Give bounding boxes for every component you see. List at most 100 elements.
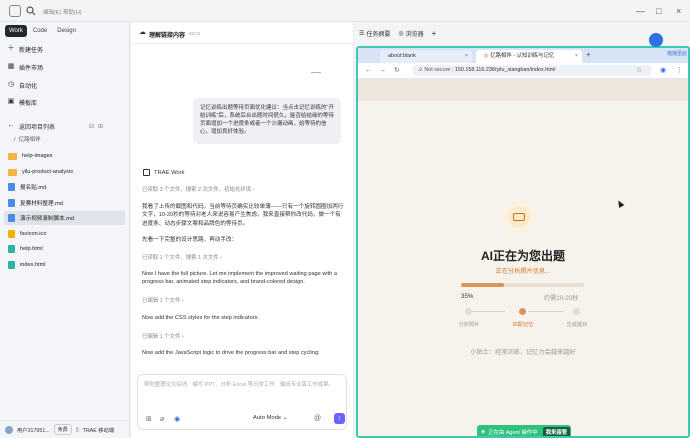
mode-design[interactable]: Design: [53, 25, 80, 37]
menu-help[interactable]: 帮助(H): [63, 8, 82, 16]
close-tab-icon[interactable]: ×: [465, 50, 468, 63]
floating-assistant[interactable]: 拖拽至此: [645, 33, 689, 61]
back-to-projects[interactable]: ← 返回项目列表 ⊟ ⊞: [4, 120, 124, 132]
mobile-label[interactable]: TRAE 移动端: [83, 426, 115, 434]
menu-edit[interactable]: 编辑(E): [43, 8, 61, 16]
nav-new-task[interactable]: ＋ 新建任务: [4, 42, 124, 56]
file-item[interactable]: 复赛材料整理.md: [4, 196, 125, 210]
folder-icon: [8, 168, 17, 176]
file-item[interactable]: index.html: [4, 258, 125, 272]
right-tabs: ☰ 任务摘要 ◎ 浏览器 +: [354, 22, 690, 44]
progress-fill: [461, 283, 505, 287]
browser-tab-active[interactable]: ◍ 亿路相伴 - 认知训练与记忆 ×: [476, 50, 582, 63]
page-title: AI正在为您出题: [480, 249, 565, 263]
warning-icon: ⚠: [418, 67, 423, 73]
collapse-icon[interactable]: ⊟: [89, 123, 94, 130]
tip-text: 小贴士：经常训练，记忆力会越来越好: [470, 349, 576, 356]
security-label: Not secure: [424, 67, 451, 73]
tool-summary[interactable]: 已读取 1 个文件，搜索 1 次文件 ›: [142, 253, 222, 261]
profile-icon[interactable]: ◉: [660, 65, 666, 76]
bookmark-star-icon[interactable]: ☆: [636, 65, 642, 76]
tool-summary[interactable]: 已读取 3 个文件，搜索 2 次文件，初始化环境 ›: [142, 185, 254, 193]
minimize-icon[interactable]: —: [636, 5, 645, 17]
add-file-icon[interactable]: ⊞: [98, 123, 103, 130]
back-label: 返回项目列表: [19, 124, 56, 131]
title-bar: 编辑(E) 帮助(H) — □ ×: [0, 0, 690, 22]
markdown-file-icon: [8, 199, 15, 207]
address-separator: |: [451, 67, 454, 73]
tool-summary-text: 已读取 1 个文件，搜索 1 次文件: [142, 255, 219, 261]
browser-tab-blank[interactable]: about:blank ×: [380, 50, 472, 63]
add-tab-icon[interactable]: +: [432, 29, 437, 38]
agent-paragraph: 先看一下完整的设计思路，再动手改：: [142, 237, 238, 243]
agent-control-bar: ◈ 正在由 Agent 操作中 我来接管: [477, 425, 571, 436]
chat-time: 22:01: [189, 31, 201, 36]
address-bar[interactable]: ⚠ Not secure | 150.158.116.238/yilu_xian…: [412, 65, 652, 76]
agent-paragraph: 我看了上传的截图和代码。当前等待页确实比较单薄——只有一个旋转圆圈加两行文字，1…: [142, 204, 344, 227]
attach-icon[interactable]: ⌀: [160, 415, 164, 423]
agent-paragraph: Now add the CSS styles for the step indi…: [142, 315, 259, 321]
template-icon: ▣: [7, 98, 15, 105]
favicon-icon: ◍: [484, 53, 489, 59]
file-name: 报名贴.md: [20, 185, 47, 191]
phone-icon: ▯: [75, 426, 79, 433]
browser-tool-icon[interactable]: ◉: [174, 415, 180, 423]
new-tab-icon[interactable]: +: [586, 50, 591, 59]
chat-input[interactable]: 帮你整理论文综述、编写 PPT、分析 Excel 等日常工作、输出专业版工作成果…: [137, 374, 347, 430]
file-item[interactable]: favicon.ico: [4, 227, 125, 241]
grid-icon: ▦: [7, 63, 15, 70]
step-dot-generate: [573, 308, 580, 315]
progress-percent: 35%: [461, 293, 474, 300]
nav-templates[interactable]: ▣ 模板库: [4, 95, 124, 109]
nav-plugin-market[interactable]: ▦ 插件市场: [4, 60, 124, 74]
close-icon[interactable]: ×: [676, 5, 681, 17]
forward-arrow-icon[interactable]: →: [379, 65, 386, 76]
tool-summary-text: 已读取 3 个文件，搜索 2 次文件，初始化环境: [142, 187, 252, 193]
html-file-icon: [8, 261, 15, 269]
mode-work[interactable]: Work: [5, 25, 27, 37]
tool-summary[interactable]: 已编辑 1 个文件 ›: [142, 332, 184, 340]
file-item[interactable]: help-images: [4, 149, 125, 163]
breadcrumb: / 亿路相伴: [14, 137, 41, 143]
tool-summary-text: 已编辑 1 个文件: [142, 298, 181, 304]
back-arrow-icon[interactable]: ←: [365, 65, 372, 76]
right-panel: ☰ 任务摘要 ◎ 浏览器 + about:blank × ◍ 亿路相伴 - 认知训练…: [354, 22, 690, 438]
tab-task-summary[interactable]: ☰ 任务摘要: [359, 29, 390, 38]
mode-select[interactable]: Auto Mode ⌄: [253, 415, 288, 421]
takeover-button[interactable]: 我来接管: [542, 427, 571, 436]
search-icon[interactable]: [25, 5, 37, 17]
agent-paragraph: Now add the JavaScript logic to drive th…: [142, 350, 320, 356]
chat-input-placeholder: 帮你整理论文综述、编写 PPT、分析 Excel 等日常工作、输出专业版工作成果…: [144, 382, 334, 388]
reload-icon[interactable]: ↻: [394, 65, 400, 76]
user-name[interactable]: 用户317951...: [17, 426, 50, 434]
mode-code[interactable]: Code: [29, 25, 51, 37]
file-name: 复赛材料整理.md: [20, 201, 63, 207]
close-tab-icon[interactable]: ×: [575, 50, 578, 63]
globe-icon: ◎: [398, 30, 404, 37]
chat-header: ☁ 理解链接内容 22:01: [131, 22, 353, 44]
file-item[interactable]: 演示视频录制脚本.md: [4, 211, 125, 225]
eta-text: 约需10-20秒: [544, 295, 579, 302]
send-button[interactable]: ↑: [334, 413, 345, 424]
grid-tools-icon[interactable]: ⊞: [146, 415, 152, 423]
address-row: ← → ↻ ⚠ Not secure | 150.158.116.238/yil…: [358, 63, 688, 79]
avatar[interactable]: [5, 425, 13, 434]
more-menu-icon[interactable]: ⋮: [676, 65, 683, 76]
tool-summary[interactable]: 已编辑 1 个文件 ›: [142, 296, 184, 304]
sidebar-toggle-icon[interactable]: [9, 5, 21, 17]
file-item[interactable]: help.html: [4, 242, 125, 256]
tab-browser[interactable]: ◎ 浏览器: [398, 29, 423, 38]
maximize-icon[interactable]: □: [656, 5, 661, 17]
nav-automation[interactable]: ◷ 自动化: [4, 78, 124, 92]
tool-summary-text: 已编辑 1 个文件: [142, 334, 181, 340]
at-icon[interactable]: @: [314, 415, 321, 422]
file-item[interactable]: 报名贴.md: [4, 180, 125, 194]
plan-badge[interactable]: 免费: [53, 424, 72, 435]
trae-logo-icon: [143, 169, 150, 176]
hourglass-icon: [508, 206, 530, 228]
file-item[interactable]: yilu-product-analysis: [4, 165, 125, 179]
breadcrumb-item[interactable]: 亿路相伴: [19, 137, 41, 143]
file-name: index.html: [20, 262, 46, 268]
file-name: yilu-product-analysis: [22, 169, 73, 175]
list-icon: ☰: [359, 30, 365, 37]
